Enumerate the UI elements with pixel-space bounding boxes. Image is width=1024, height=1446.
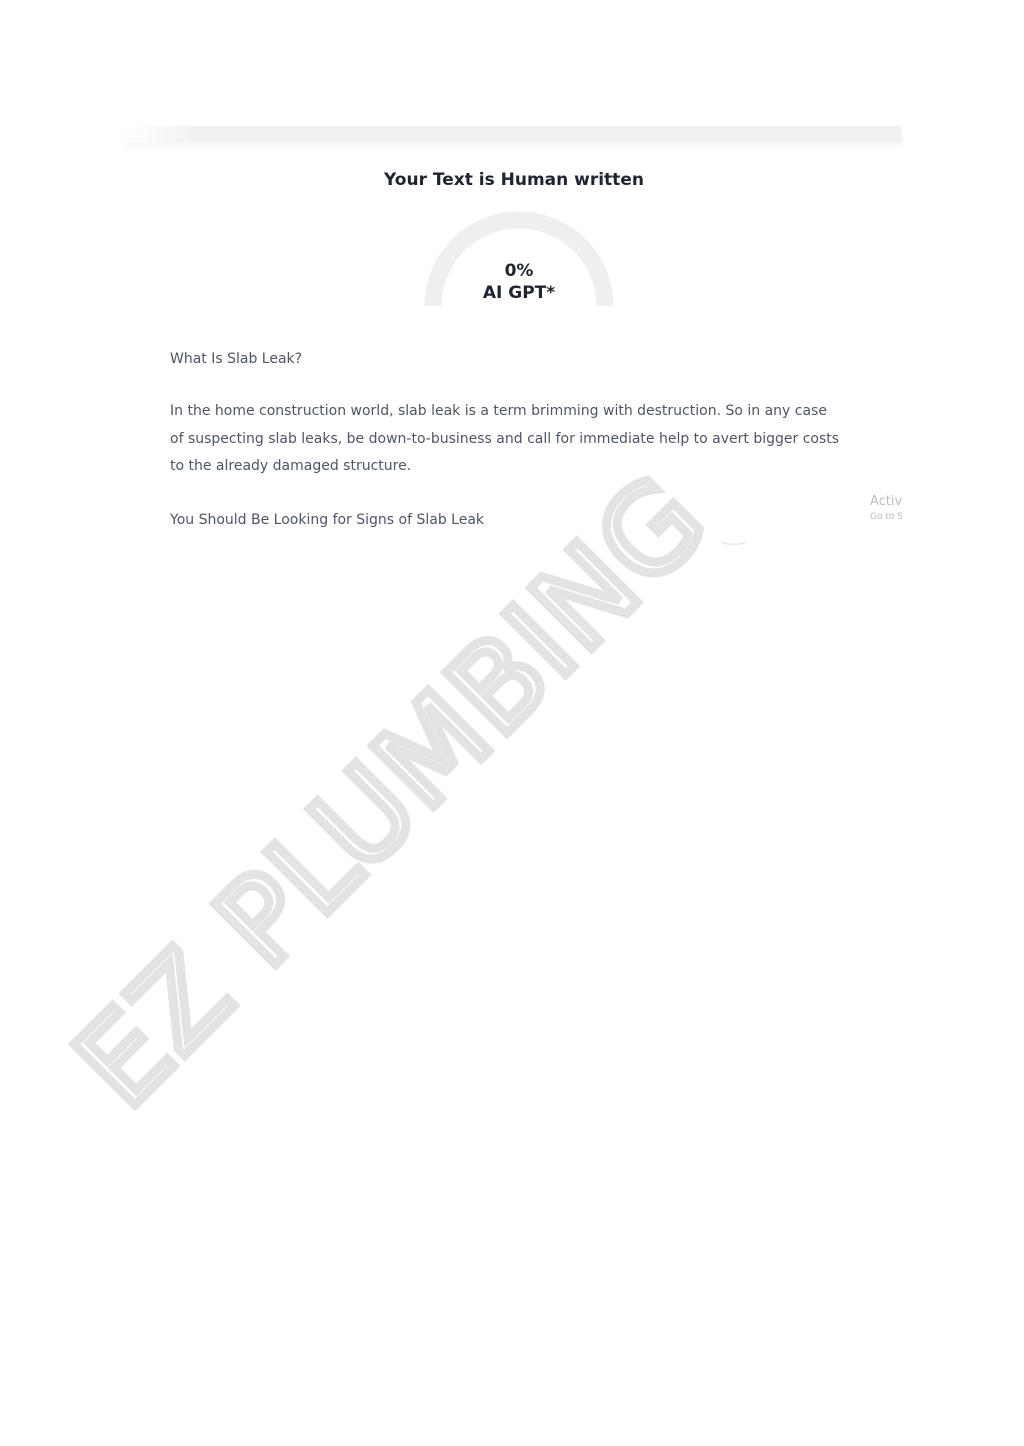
- watermark-text: EZ PLUMBING: [49, 449, 733, 1133]
- ez-plumbing-watermark: EZ PLUMBING: [44, 444, 737, 1137]
